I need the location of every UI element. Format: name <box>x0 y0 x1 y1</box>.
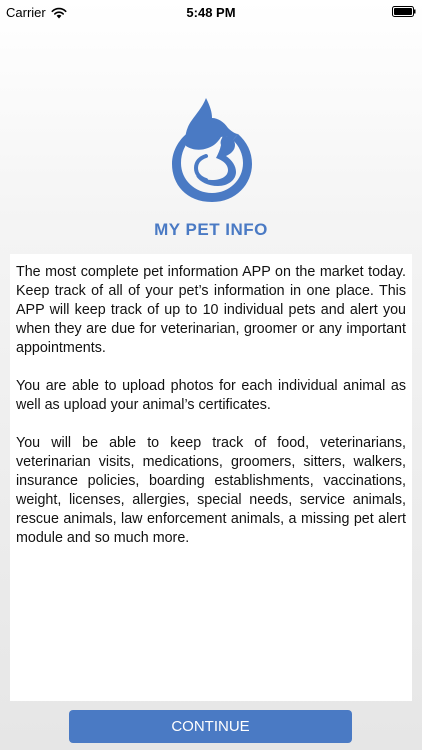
status-bar: Carrier 5:48 PM <box>0 0 422 24</box>
app-title: MY PET INFO <box>154 220 268 239</box>
description-paragraph: You are able to upload photos for each i… <box>16 378 406 413</box>
description-paragraph: You will be able to keep track of food, … <box>16 435 406 546</box>
battery-icon <box>392 6 416 17</box>
pet-cat-dog-logo-icon <box>172 98 252 202</box>
status-time: 5:48 PM <box>186 5 236 20</box>
description-paragraph: The most complete pet information APP on… <box>16 264 406 356</box>
description-panel: The most complete pet information APP on… <box>10 254 412 701</box>
continue-button[interactable]: CONTINUE <box>69 710 352 743</box>
